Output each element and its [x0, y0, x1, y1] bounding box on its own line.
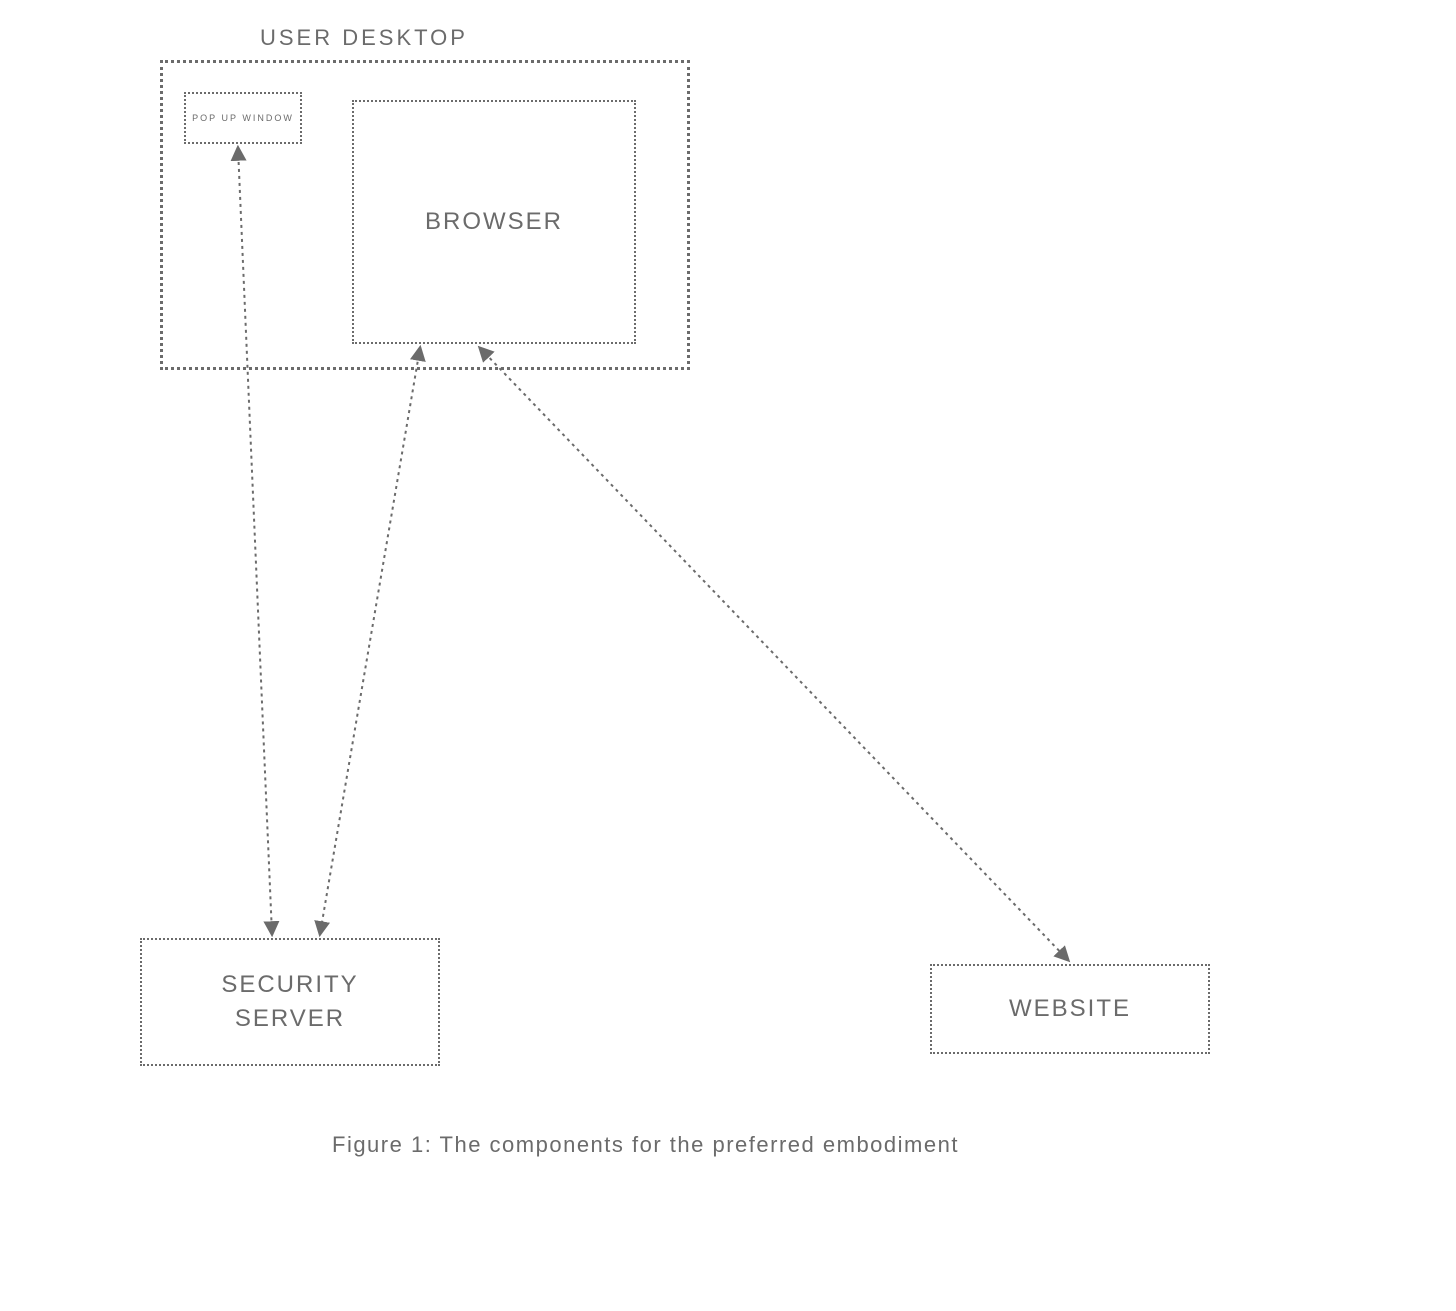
- figure-caption: Figure 1: The components for the preferr…: [332, 1132, 959, 1158]
- browser-box: BROWSER: [352, 100, 636, 344]
- user-desktop-title: USER DESKTOP: [260, 25, 468, 51]
- security-server-label: SECURITYSERVER: [221, 968, 358, 1035]
- diagram-stage: USER DESKTOP POP UP WINDOW BROWSER SECUR…: [0, 0, 1456, 1311]
- security-server-box: SECURITYSERVER: [140, 938, 440, 1066]
- browser-label: BROWSER: [425, 208, 563, 236]
- website-label: WEBSITE: [1009, 995, 1131, 1023]
- popup-window-box: POP UP WINDOW: [184, 92, 302, 144]
- website-box: WEBSITE: [930, 964, 1210, 1054]
- popup-window-label: POP UP WINDOW: [192, 113, 294, 123]
